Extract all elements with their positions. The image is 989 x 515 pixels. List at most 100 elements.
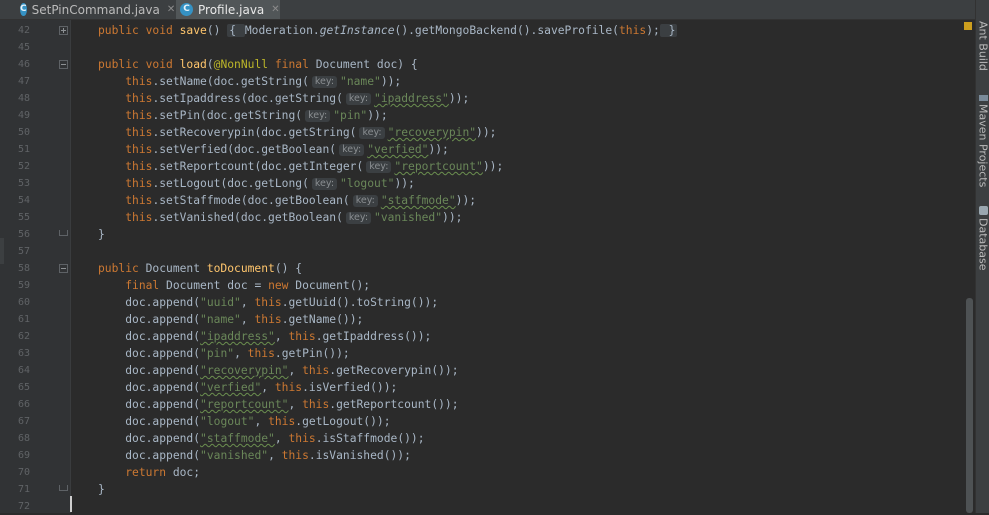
code-line: this.setReportcount(doc.getInteger(key:"… (98, 158, 503, 175)
parameter-hint: key: (346, 93, 371, 105)
code-token: )); (442, 211, 462, 224)
line-number: 69 (0, 447, 30, 464)
code-token: , (241, 296, 255, 309)
code-line: final Document doc = new Document(); (98, 277, 370, 294)
code-line: doc.append("recoverypin", this.getRecove… (98, 362, 459, 379)
code-line: this.setLogout(doc.getLong(key:"logout")… (98, 175, 415, 192)
ant-build-tab[interactable]: Ant Build (976, 18, 989, 68)
fold-toggle-icon[interactable] (59, 26, 68, 35)
line-number: 50 (0, 124, 30, 141)
keyword: this (125, 109, 152, 122)
code-token: )); (367, 109, 387, 122)
string-literal: "pin" (333, 109, 367, 122)
keyword: this (125, 211, 152, 224)
code-line: public void load(@NonNull final Document… (98, 56, 418, 73)
code-token: .isVerfied()); (302, 381, 397, 394)
code-token: doc.append( (125, 347, 200, 360)
code-token: .getLogout()); (295, 415, 390, 428)
line-number: 51 (0, 141, 30, 158)
code-line: this.setName(doc.getString(key:"name")); (98, 73, 401, 90)
parameter-hint: key: (353, 195, 378, 207)
code-token: .getRecoverypin()); (329, 364, 458, 377)
close-icon[interactable]: ✕ (271, 4, 279, 15)
keyword: public void (98, 58, 180, 71)
code-token: doc; (173, 466, 200, 479)
fold-toggle-icon[interactable] (59, 264, 68, 273)
indent (98, 466, 125, 479)
line-number: 53 (0, 175, 30, 192)
line-number: 71 (0, 481, 30, 498)
code-token: doc.append( (125, 330, 200, 343)
code-token: Document (146, 262, 207, 275)
indent (98, 75, 125, 88)
indent (98, 279, 125, 292)
line-number: 46 (0, 56, 30, 73)
folded-brace: { (227, 24, 245, 37)
keyword: this (125, 177, 152, 190)
annotation: @NonNull (214, 58, 275, 71)
string-literal: "reportcount" (394, 160, 482, 173)
string-literal: "name" (340, 75, 381, 88)
keyword: this (248, 347, 275, 360)
warning-marker-icon[interactable] (964, 22, 972, 30)
code-token: .setIpaddress(doc.getString( (152, 92, 342, 105)
vertical-scrollbar-thumb[interactable] (966, 298, 973, 513)
line-number: 68 (0, 430, 30, 447)
code-token: doc.append( (125, 313, 200, 326)
keyword: this (254, 313, 281, 326)
keyword: return (125, 466, 173, 479)
close-icon[interactable]: ✕ (167, 4, 175, 15)
code-line: this.setVerfied(doc.getBoolean(key:"verf… (98, 141, 449, 158)
indent (98, 177, 125, 190)
string-literal: "verfied" (200, 381, 261, 394)
code-token: doc.append( (125, 432, 200, 445)
string-literal: "vanished" (374, 211, 442, 224)
code-token: doc.append( (125, 398, 200, 411)
code-line: doc.append("verfied", this.isVerfied()); (98, 379, 397, 396)
keyword: this (125, 75, 152, 88)
line-number: 55 (0, 209, 30, 226)
indent (98, 143, 125, 156)
database-tab[interactable]: Database (976, 206, 989, 278)
folded-brace: } (660, 24, 678, 37)
maven-projects-tab[interactable]: Maven Projects (976, 95, 989, 187)
string-literal: "staffmode" (381, 194, 456, 207)
parameter-hint: key: (366, 161, 391, 173)
line-number: 59 (0, 277, 30, 294)
line-number: 48 (0, 90, 30, 107)
line-number: 42 (0, 22, 30, 39)
fold-toggle-icon[interactable] (59, 60, 68, 69)
code-token: Document doc) { (316, 58, 418, 71)
code-token: , (241, 313, 255, 326)
line-number: 57 (0, 243, 30, 260)
tab-label: Profile.java (198, 3, 264, 17)
maven-projects-label: Maven Projects (977, 104, 989, 187)
code-token: } (98, 228, 105, 241)
indent (98, 160, 125, 173)
tab-setpincommand[interactable]: C SetPinCommand.java ✕ (16, 0, 170, 19)
code-token: ().getMongoBackend().saveProfile( (395, 24, 619, 37)
keyword: this (268, 415, 295, 428)
fold-end-marker (59, 230, 68, 236)
code-line: public void save() { Moderation.getInsta… (98, 22, 677, 39)
code-token: doc.append( (125, 449, 200, 462)
maven-icon (979, 95, 988, 101)
tab-profile[interactable]: C Profile.java ✕ (176, 0, 280, 19)
keyword: this (125, 160, 152, 173)
code-line: doc.append("pin", this.getPin()); (98, 345, 350, 362)
string-literal: "verfied" (367, 143, 428, 156)
code-token: .setRecoverypin(doc.getString( (152, 126, 356, 139)
code-token: doc.append( (125, 381, 200, 394)
string-literal: "ipaddress" (200, 330, 275, 343)
indent (98, 126, 125, 139)
code-token: )); (394, 177, 414, 190)
ant-build-label: Ant Build (977, 21, 989, 71)
line-number: 49 (0, 107, 30, 124)
tab-label: SetPinCommand.java (32, 3, 160, 17)
database-icon (979, 206, 988, 215)
code-token: () (207, 24, 227, 37)
indent (98, 432, 125, 445)
parameter-hint: key: (305, 110, 330, 122)
line-number: 66 (0, 396, 30, 413)
line-number: 58 (0, 260, 30, 277)
